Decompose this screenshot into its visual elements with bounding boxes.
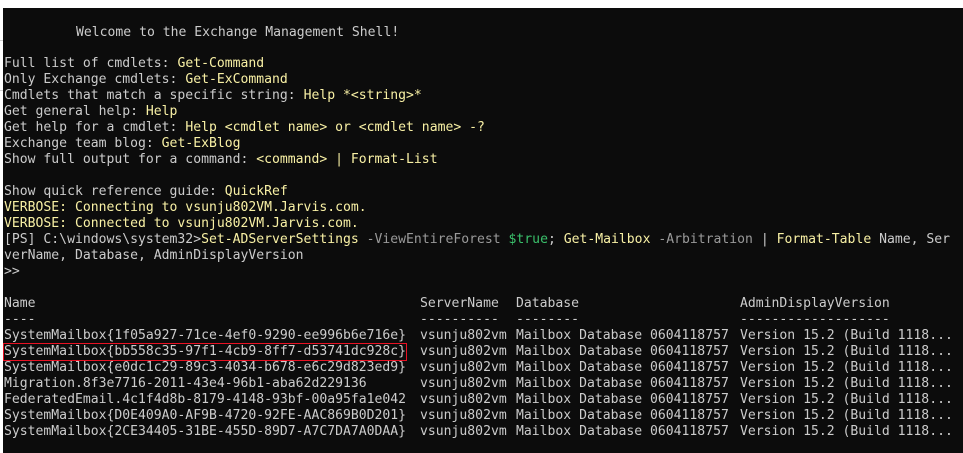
help-text: Exchange team blog: bbox=[4, 136, 162, 151]
help-line: Show full output for a command: <command… bbox=[4, 152, 438, 168]
cell-name: SystemMailbox{D0E409A0-AF9B-4720-92FE-AA… bbox=[4, 408, 407, 423]
help-text: Get help for a cmdlet: bbox=[4, 120, 186, 135]
help-text: Full list of cmdlets: bbox=[4, 56, 178, 71]
verbose-line: VERBOSE: Connecting to vsunju802VM.Jarvi… bbox=[4, 200, 367, 215]
cell-name: Migration.8f3e7716-2011-43e4-96b1-aba62d… bbox=[4, 376, 367, 391]
help-text: Only Exchange cmdlets: bbox=[4, 72, 186, 87]
highlighted-cell-name: SystemMailbox{bb558c35-97f1-4cb9-8ff7-d5… bbox=[3, 343, 408, 361]
cell-database: Mailbox Database 0604118757 bbox=[516, 392, 729, 407]
variable: $true bbox=[508, 232, 548, 247]
cell-name: SystemMailbox{2CE34405-31BE-455D-89D7-A7… bbox=[4, 424, 407, 439]
column-underline: ---- bbox=[4, 312, 36, 327]
column-underline: ---------- bbox=[420, 312, 499, 327]
help-command: Get-Command bbox=[177, 56, 265, 71]
help-text: Cmdlets that match a specific string: bbox=[4, 88, 304, 103]
help-command: Help *<string>* bbox=[303, 88, 422, 103]
help-text: Get general help: bbox=[4, 104, 146, 119]
shell-console[interactable]: Welcome to the Exchange Management Shell… bbox=[3, 8, 963, 453]
cell-database: Mailbox Database 0604118757 bbox=[516, 408, 729, 423]
cell-server: vsunju802vm bbox=[420, 408, 507, 423]
separator: ; bbox=[547, 232, 564, 247]
cell-name: SystemMailbox{1f05a927-71ce-4ef0-9290-ee… bbox=[4, 328, 407, 343]
cell-database: Mailbox Database 0604118757 bbox=[516, 360, 729, 375]
cell-server: vsunju802vm bbox=[420, 424, 507, 439]
help-line: Full list of cmdlets: Get-Command bbox=[4, 56, 264, 72]
column-header: AdminDisplayVersion bbox=[740, 296, 890, 311]
prompt: [PS] C:\windows\system32> bbox=[4, 232, 202, 247]
cell-database: Mailbox Database 0604118757 bbox=[516, 344, 729, 359]
column-header: ServerName bbox=[420, 296, 499, 311]
welcome-banner: Welcome to the Exchange Management Shell… bbox=[76, 25, 400, 40]
cell-database: Mailbox Database 0604118757 bbox=[516, 328, 729, 343]
table-header: Name bbox=[4, 296, 36, 312]
cell-name: SystemMailbox{e0dc1c29-89c3-4034-b678-e6… bbox=[4, 360, 407, 375]
cell-version: Version 15.2 (Build 1118... bbox=[740, 392, 953, 407]
help-command: Help bbox=[145, 104, 178, 119]
cell-server: vsunju802vm bbox=[420, 392, 507, 407]
cmdlet-name: Set-ADServerSettings bbox=[201, 232, 359, 247]
cell-database: Mailbox Database 0604118757 bbox=[516, 376, 729, 391]
help-command: Get-ExBlog bbox=[161, 136, 241, 151]
help-line: Exchange team blog: Get-ExBlog bbox=[4, 136, 241, 152]
cell-name: FederatedEmail.4c1f4d8b-8179-4148-93bf-0… bbox=[4, 392, 407, 407]
command-line-wrap: verName, Database, AdminDisplayVersion bbox=[4, 248, 304, 263]
help-text: Show full output for a command: bbox=[4, 152, 257, 167]
column-header: Database bbox=[516, 296, 580, 311]
cell-server: vsunju802vm bbox=[420, 376, 507, 391]
pipe: | bbox=[760, 232, 777, 247]
cmdlet-name: Format-Table bbox=[776, 232, 872, 247]
help-command: Help <cmdlet name> or <cmdlet name> -? bbox=[185, 120, 485, 135]
help-command: <command> | Format-List bbox=[256, 152, 438, 167]
cell-version: Version 15.2 (Build 1118... bbox=[740, 424, 953, 439]
verbose-line: VERBOSE: Connected to vsunju802VM.Jarvis… bbox=[4, 216, 359, 231]
quickref-line: Show quick reference guide: QuickRef bbox=[4, 184, 288, 200]
cell-version: Version 15.2 (Build 1118... bbox=[740, 344, 953, 359]
help-line: Get help for a cmdlet: Help <cmdlet name… bbox=[4, 120, 485, 136]
cell-server: vsunju802vm bbox=[420, 360, 507, 375]
cell-version: Version 15.2 (Build 1118... bbox=[740, 408, 953, 423]
help-line: Get general help: Help bbox=[4, 104, 177, 120]
cmdlet-name: Get-Mailbox bbox=[563, 232, 651, 247]
parameter: -Arbitration bbox=[650, 232, 761, 247]
command-line[interactable]: [PS] C:\windows\system32>Set-ADServerSet… bbox=[4, 232, 950, 248]
cell-version: Version 15.2 (Build 1118... bbox=[740, 360, 953, 375]
cell-version: Version 15.2 (Build 1118... bbox=[740, 376, 953, 391]
help-command: Get-ExCommand bbox=[185, 72, 288, 87]
column-underline: -------- bbox=[516, 312, 580, 327]
cell-server: vsunju802vm bbox=[420, 344, 507, 359]
column-header: Name bbox=[4, 296, 36, 311]
continuation-prompt[interactable]: >> bbox=[4, 264, 20, 280]
cell-database: Mailbox Database 0604118757 bbox=[516, 424, 729, 439]
help-line: Only Exchange cmdlets: Get-ExCommand bbox=[4, 72, 288, 88]
help-line: Cmdlets that match a specific string: He… bbox=[4, 88, 422, 104]
help-text: Show quick reference guide: bbox=[4, 184, 225, 199]
cell-version: Version 15.2 (Build 1118... bbox=[740, 328, 953, 343]
parameter: -ViewEntireForest bbox=[358, 232, 509, 247]
column-underline: ------------------- bbox=[740, 312, 890, 327]
help-command: QuickRef bbox=[224, 184, 288, 199]
cell-server: vsunju802vm bbox=[420, 328, 507, 343]
arguments: Name, Ser bbox=[871, 232, 951, 247]
